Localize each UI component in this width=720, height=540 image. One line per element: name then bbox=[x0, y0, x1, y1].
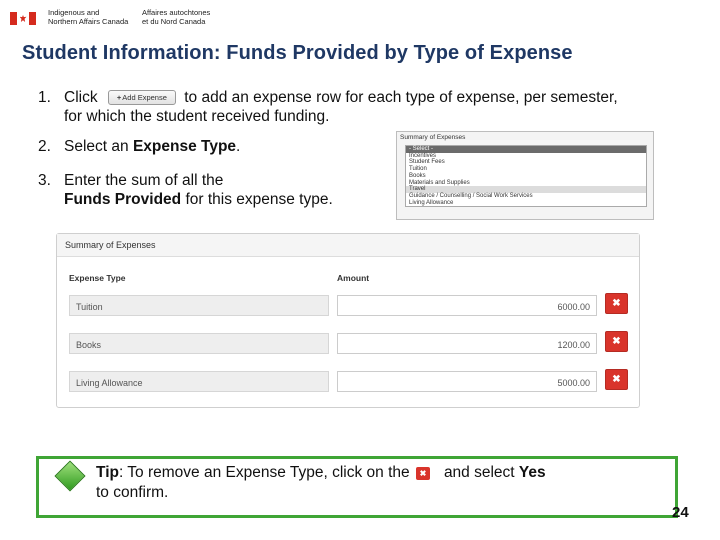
expense-type-field[interactable]: Books bbox=[69, 333, 329, 354]
amount-field[interactable]: 1200.00 bbox=[337, 333, 597, 354]
dropdown-option[interactable]: Living Allowance bbox=[406, 200, 646, 207]
expense-type-select[interactable]: - Select - Incentives Student Fees Tuiti… bbox=[405, 145, 647, 208]
expense-type-field[interactable]: Tuition bbox=[69, 295, 329, 316]
step-number: 2. bbox=[38, 138, 51, 155]
delete-row-button[interactable]: ✖ bbox=[605, 331, 628, 352]
step-3: 3. Enter the sum of all the Funds Provid… bbox=[38, 171, 398, 209]
tip-text: Tip: To remove an Expense Type, click on… bbox=[96, 463, 656, 503]
expense-type-column-header: Expense Type bbox=[69, 273, 126, 283]
step-text: . bbox=[236, 138, 241, 155]
step-2: 2. Select an Expense Type. bbox=[38, 137, 240, 156]
yes-emphasis: Yes bbox=[518, 464, 546, 481]
dropdown-panel-title: Summary of Expenses bbox=[400, 134, 466, 141]
step-text: for this expense type. bbox=[185, 191, 333, 208]
page-title: Student Information: Funds Provided by T… bbox=[22, 42, 573, 64]
summary-of-expenses-panel: Summary of Expenses Expense Type Amount … bbox=[56, 233, 640, 408]
gov-header: Indigenous and Northern Affairs Canada A… bbox=[10, 8, 230, 32]
dept-name-en: Indigenous and Northern Affairs Canada bbox=[48, 8, 136, 26]
step-text: Enter the sum of all the bbox=[64, 172, 224, 189]
dropdown-option[interactable]: - Select - bbox=[406, 146, 646, 153]
tip-text-part: to confirm. bbox=[96, 484, 169, 501]
delete-x-icon: ✖ bbox=[415, 467, 430, 480]
dropdown-option[interactable]: Incentives bbox=[406, 153, 646, 160]
dept-fr-line2: et du Nord Canada bbox=[142, 17, 206, 26]
amount-column-header: Amount bbox=[337, 273, 370, 283]
dept-en-line1: Indigenous and bbox=[48, 8, 100, 17]
amount-field[interactable]: 6000.00 bbox=[337, 295, 597, 316]
canada-flag-icon bbox=[10, 12, 36, 25]
add-expense-label: Add Expense bbox=[122, 93, 167, 102]
expense-type-dropdown-screenshot: Summary of Expenses - Select - Incentive… bbox=[396, 131, 654, 220]
page-number: 24 bbox=[672, 504, 689, 521]
dept-fr-line1: Affaires autochtones bbox=[142, 8, 211, 17]
delete-row-button[interactable]: ✖ bbox=[605, 369, 628, 390]
step-number: 1. bbox=[38, 89, 51, 106]
expense-type-field[interactable]: Living Allowance bbox=[69, 371, 329, 392]
dept-en-line2: Northern Affairs Canada bbox=[48, 17, 129, 26]
dropdown-option[interactable]: Travel bbox=[406, 186, 646, 193]
dropdown-option[interactable]: Guidance / Counselling / Social Work Ser… bbox=[406, 193, 646, 200]
delete-row-button[interactable]: ✖ bbox=[605, 293, 628, 314]
plus-icon: + bbox=[116, 93, 122, 102]
step-text: Click bbox=[64, 89, 98, 106]
tip-box: Tip: To remove an Expense Type, click on… bbox=[36, 456, 678, 518]
dept-name-fr: Affaires autochtones et du Nord Canada bbox=[142, 8, 230, 26]
add-expense-button[interactable]: +Add Expense bbox=[107, 90, 176, 105]
panel-title: Summary of Expenses bbox=[57, 234, 639, 257]
dropdown-option[interactable]: Tuition bbox=[406, 166, 646, 173]
dropdown-option[interactable]: Student Fees bbox=[406, 159, 646, 166]
expense-type-emphasis: Expense Type bbox=[132, 138, 237, 155]
dropdown-option[interactable]: Books bbox=[406, 173, 646, 180]
green-diamond-icon bbox=[54, 460, 86, 492]
step-1: 1. Click +Add Expense to add an expense … bbox=[38, 88, 638, 126]
step-text: Select an bbox=[64, 138, 129, 155]
dropdown-option[interactable]: Materials and Supplies bbox=[406, 180, 646, 187]
tip-text-part: and select bbox=[443, 464, 515, 481]
funds-provided-emphasis: Funds Provided bbox=[64, 191, 182, 208]
tip-text-part: : To remove an Expense Type, click on th… bbox=[118, 464, 410, 481]
tip-label: Tip bbox=[96, 464, 119, 481]
step-number: 3. bbox=[38, 172, 51, 189]
amount-field[interactable]: 5000.00 bbox=[337, 371, 597, 392]
